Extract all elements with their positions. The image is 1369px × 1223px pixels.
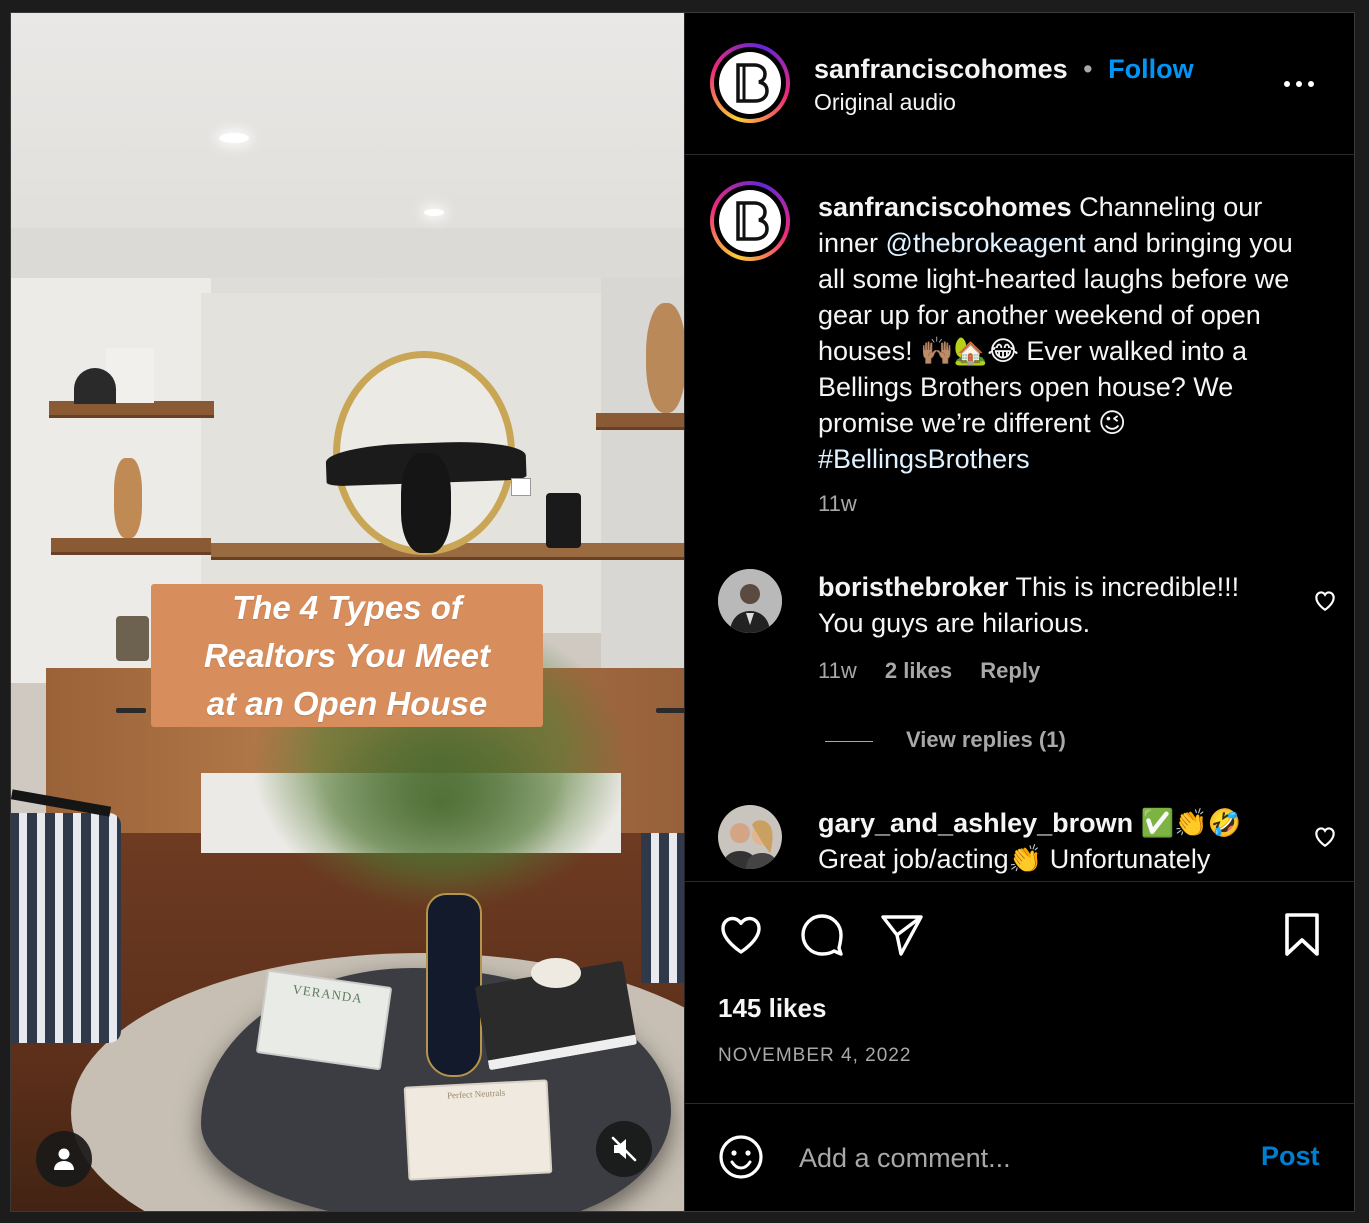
comment-like-icon[interactable]: [1312, 823, 1338, 849]
comment-input[interactable]: [797, 1137, 1241, 1179]
divider: [685, 154, 1354, 155]
comment-text: boristhebroker This is incredible!!! You…: [818, 572, 1240, 638]
bookmark-icon[interactable]: [1278, 911, 1326, 959]
comment-icon[interactable]: [798, 911, 846, 959]
follow-button[interactable]: Follow: [1108, 54, 1193, 84]
post-modal: VERANDA Perfect Neutrals The 4 Types of …: [10, 12, 1355, 1212]
tagged-users-button[interactable]: [36, 1131, 92, 1187]
brand-logo: [719, 52, 781, 114]
overlay-title-text: The 4 Types of Realtors You Meet at an O…: [203, 588, 491, 722]
comment-username[interactable]: boristhebroker: [818, 572, 1009, 602]
comment-like-icon[interactable]: [1312, 587, 1338, 613]
separator-dot: •: [1083, 54, 1093, 84]
b-monogram-icon: [736, 201, 769, 241]
caption-avatar[interactable]: [710, 181, 790, 261]
video-overlay-title: The 4 Types of Realtors You Meet at an O…: [151, 584, 543, 727]
likes-count[interactable]: 145 likes: [718, 993, 826, 1024]
comment-likes[interactable]: 2 likes: [885, 658, 952, 683]
caption-timestamp[interactable]: 11w: [818, 491, 857, 517]
caption-text: sanfranciscohomes Channeling our inner @…: [818, 192, 1293, 474]
divider: [685, 1103, 1354, 1104]
heart-icon[interactable]: [717, 911, 765, 959]
author-username[interactable]: sanfranciscohomes: [814, 54, 1068, 84]
reply-button[interactable]: Reply: [980, 658, 1040, 683]
more-horizontal-icon[interactable]: [1283, 79, 1315, 89]
book-title-2: Perfect Neutrals: [446, 1087, 506, 1101]
avatar[interactable]: [718, 805, 782, 869]
comment-username[interactable]: gary_and_ashley_brown: [818, 808, 1133, 838]
mention-link[interactable]: @thebrokeagent: [886, 228, 1086, 258]
post-date[interactable]: NOVEMBER 4, 2022: [718, 1045, 911, 1067]
reel-video[interactable]: VERANDA Perfect Neutrals The 4 Types of …: [11, 13, 684, 1211]
comment-timestamp[interactable]: 11w: [818, 658, 857, 683]
caption-username[interactable]: sanfranciscohomes: [818, 192, 1072, 222]
speaker-muted-icon: [611, 1136, 637, 1162]
divider: [685, 881, 1354, 882]
comment-text: gary_and_ashley_brown ✅👏🤣 Great job/acti…: [818, 808, 1242, 874]
b-monogram-icon: [736, 63, 769, 103]
hashtag-link[interactable]: #BellingsBrothers: [818, 444, 1030, 474]
view-replies-button[interactable]: View replies (1): [906, 727, 1066, 753]
avatar[interactable]: [718, 569, 782, 633]
post-details-panel: sanfranciscohomes • Follow Original audi…: [684, 13, 1354, 1211]
post-comment-button[interactable]: Post: [1261, 1141, 1320, 1172]
audio-link[interactable]: Original audio: [814, 89, 956, 116]
mute-button[interactable]: [596, 1121, 652, 1177]
replies-line: [825, 741, 873, 742]
user-icon: [54, 1148, 74, 1170]
author-avatar[interactable]: [710, 43, 790, 123]
send-icon[interactable]: [878, 911, 926, 959]
smiley-icon[interactable]: [717, 1133, 765, 1181]
